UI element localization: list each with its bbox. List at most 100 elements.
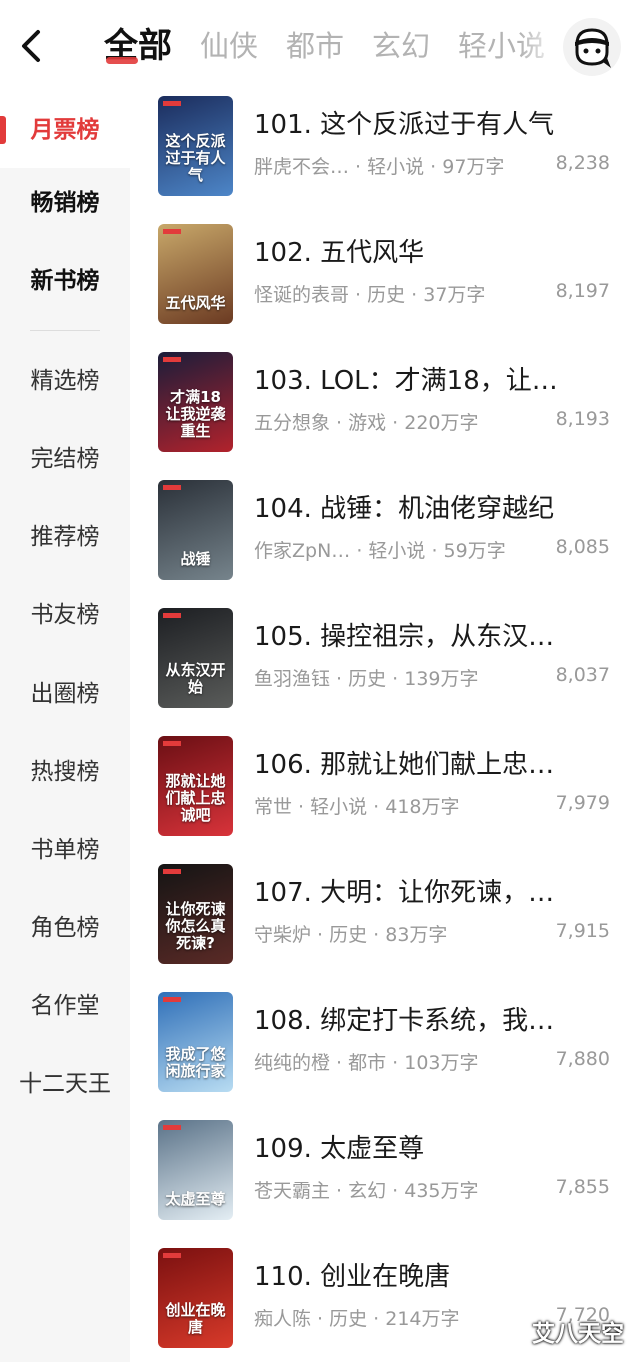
cover-title: 太虚至尊 (165, 1190, 226, 1208)
monthly-ticket-count: 8,085 (555, 536, 610, 558)
book-row[interactable]: 才满18 让我逆袭重生 103. LOL：才满18，让… 五分想象 · 游戏 · 2… (130, 348, 640, 476)
cover-title: 这个反派过于有人气 (165, 132, 226, 184)
book-title[interactable]: 109. 太虚至尊 (254, 1128, 624, 1165)
sidebar-item-booklist[interactable]: 书单榜 (0, 812, 130, 888)
sidebar-item-characters[interactable]: 角色榜 (0, 890, 130, 966)
publisher-tag (163, 485, 181, 490)
watermark: 艾八天空 (532, 1321, 624, 1347)
cover-title: 才满18 让我逆袭重生 (165, 388, 226, 440)
sidebar-item-recommended[interactable]: 推荐榜 (0, 499, 130, 575)
publisher-tag (163, 869, 181, 874)
book-title[interactable]: 105. 操控祖宗，从东汉… (254, 616, 624, 653)
sidebar-item-label: 出圈榜 (30, 681, 100, 707)
book-row[interactable]: 从东汉开始 105. 操控祖宗，从东汉… 鱼羽渔钰 · 历史 · 139万字 8,03… (130, 604, 640, 732)
book-cover[interactable]: 创业在晚唐 (158, 1248, 233, 1348)
monthly-ticket-count: 7,915 (555, 920, 610, 942)
sidebar-item-hot-search[interactable]: 热搜榜 (0, 734, 130, 810)
active-indicator (0, 116, 6, 144)
tabs-fade (520, 20, 560, 76)
book-row[interactable]: 我成了悠闲旅行家 108. 绑定打卡系统，我… 纯纯的橙 · 都市 · 103万字 7… (130, 988, 640, 1116)
monthly-ticket-count: 8,238 (555, 152, 610, 174)
top-header: 全部 仙侠 都市 玄幻 轻小说 (0, 0, 640, 92)
book-cover[interactable]: 我成了悠闲旅行家 (158, 992, 233, 1092)
cover-title: 五代风华 (165, 294, 226, 312)
sidebar-item-new-books[interactable]: 新书榜 (0, 243, 130, 319)
book-row[interactable]: 战锤 104. 战锤：机油佬穿越纪作家ZpN… · 轻小说 · 59万字 8,085 (130, 476, 640, 604)
sidebar-item-label: 推荐榜 (30, 524, 100, 550)
book-title[interactable]: 108. 绑定打卡系统，我… (254, 1000, 624, 1037)
book-title[interactable]: 110. 创业在晚唐 (254, 1256, 624, 1293)
book-meta: 纯纯的橙 · 都市 · 103万字 (254, 1052, 479, 1074)
publisher-tag (163, 101, 181, 106)
book-title[interactable]: 101. 这个反派过于有人气 (254, 104, 624, 141)
sidebar-item-label: 角色榜 (30, 915, 100, 941)
sidebar-item-masterpieces[interactable]: 名作堂 (0, 968, 130, 1044)
cover-title: 我成了悠闲旅行家 (165, 1045, 226, 1080)
cover-title: 让你死谏 你怎么真死谏? (165, 900, 226, 952)
publisher-tag (163, 229, 181, 234)
sidebar-divider (30, 330, 100, 331)
sidebar-item-label: 书友榜 (30, 602, 100, 628)
publisher-tag (163, 1253, 181, 1258)
monthly-ticket-count: 8,193 (555, 408, 610, 430)
book-title[interactable]: 102. 五代风华 (254, 232, 624, 269)
tab-xianxia[interactable]: 仙侠 (200, 20, 258, 72)
book-cover[interactable]: 那就让她们献上忠诚吧 (158, 736, 233, 836)
sidebar-item-label: 精选榜 (30, 368, 100, 394)
book-row[interactable]: 太虚至尊 109. 太虚至尊 苍天霸主 · 玄幻 · 435万字 7,855 (130, 1116, 640, 1244)
book-row[interactable]: 这个反派过于有人气 101. 这个反派过于有人气胖虎不会… · 轻小说 · 97万… (130, 92, 640, 220)
sidebar-item-label: 名作堂 (30, 993, 100, 1019)
book-row[interactable]: 那就让她们献上忠诚吧 106. 那就让她们献上忠… 常世 · 轻小说 · 418万字… (130, 732, 640, 860)
sidebar-item-completed[interactable]: 完结榜 (0, 421, 130, 497)
sidebar-item-label: 书单榜 (30, 837, 100, 863)
book-cover[interactable]: 这个反派过于有人气 (158, 96, 233, 196)
cover-title: 那就让她们献上忠诚吧 (165, 772, 226, 824)
book-meta: 守柴炉 · 历史 · 83万字 (254, 924, 448, 946)
monthly-ticket-count: 7,880 (555, 1048, 610, 1070)
book-cover[interactable]: 才满18 让我逆袭重生 (158, 352, 233, 452)
book-meta: 作家ZpN… · 轻小说 · 59万字 (254, 540, 506, 562)
back-button[interactable] (14, 26, 50, 66)
book-meta: 五分想象 · 游戏 · 220万字 (254, 412, 479, 434)
book-cover[interactable]: 五代风华 (158, 224, 233, 324)
sidebar-item-monthly-ticket[interactable]: 月票榜 (0, 92, 130, 168)
sidebar-item-twelve-kings[interactable]: 十二天王 (0, 1046, 130, 1122)
book-row[interactable]: 创业在晚唐 110. 创业在晚唐 痴人陈 · 历史 · 214万字 7,720 (130, 1244, 640, 1372)
tab-fantasy[interactable]: 玄幻 (372, 20, 430, 72)
sidebar-item-label: 月票榜 (30, 117, 100, 143)
book-title[interactable]: 107. 大明：让你死谏，… (254, 872, 624, 909)
avatar[interactable] (563, 18, 621, 76)
sidebar-item-label: 热搜榜 (30, 759, 100, 785)
publisher-tag (163, 997, 181, 1002)
book-title[interactable]: 104. 战锤：机油佬穿越纪 (254, 488, 624, 525)
book-meta: 常世 · 轻小说 · 418万字 (254, 796, 460, 818)
publisher-tag (163, 357, 181, 362)
monthly-ticket-count: 8,197 (555, 280, 610, 302)
book-title[interactable]: 103. LOL：才满18，让… (254, 360, 624, 397)
sidebar-item-featured[interactable]: 精选榜 (0, 343, 130, 419)
sidebar-item-reader-friends[interactable]: 书友榜 (0, 577, 130, 653)
book-ranking-list: 这个反派过于有人气 101. 这个反派过于有人气胖虎不会… · 轻小说 · 97万… (130, 92, 640, 1362)
sidebar-item-label: 畅销榜 (30, 190, 100, 216)
publisher-tag (163, 1125, 181, 1130)
book-row[interactable]: 让你死谏 你怎么真死谏? 107. 大明：让你死谏，… 守柴炉 · 历史 · 83万… (130, 860, 640, 988)
sidebar-item-bestseller[interactable]: 畅销榜 (0, 165, 130, 241)
book-meta: 痴人陈 · 历史 · 214万字 (254, 1308, 460, 1330)
book-cover[interactable]: 从东汉开始 (158, 608, 233, 708)
cover-title: 从东汉开始 (165, 661, 226, 696)
sidebar-item-breakout[interactable]: 出圈榜 (0, 656, 130, 732)
book-cover[interactable]: 战锤 (158, 480, 233, 580)
book-meta: 怪诞的表哥 · 历史 · 37万字 (254, 284, 486, 306)
cover-title: 创业在晚唐 (165, 1301, 226, 1336)
monthly-ticket-count: 7,979 (555, 792, 610, 814)
book-row[interactable]: 五代风华 102. 五代风华怪诞的表哥 · 历史 · 37万字 8,197 (130, 220, 640, 348)
publisher-tag (163, 741, 181, 746)
tab-all[interactable]: 全部 (104, 20, 172, 72)
tab-urban[interactable]: 都市 (286, 20, 344, 72)
book-title[interactable]: 106. 那就让她们献上忠… (254, 744, 624, 781)
sidebar-item-label: 十二天王 (19, 1071, 111, 1097)
book-cover[interactable]: 让你死谏 你怎么真死谏? (158, 864, 233, 964)
book-cover[interactable]: 太虚至尊 (158, 1120, 233, 1220)
book-meta: 胖虎不会… · 轻小说 · 97万字 (254, 156, 505, 178)
publisher-tag (163, 613, 181, 618)
